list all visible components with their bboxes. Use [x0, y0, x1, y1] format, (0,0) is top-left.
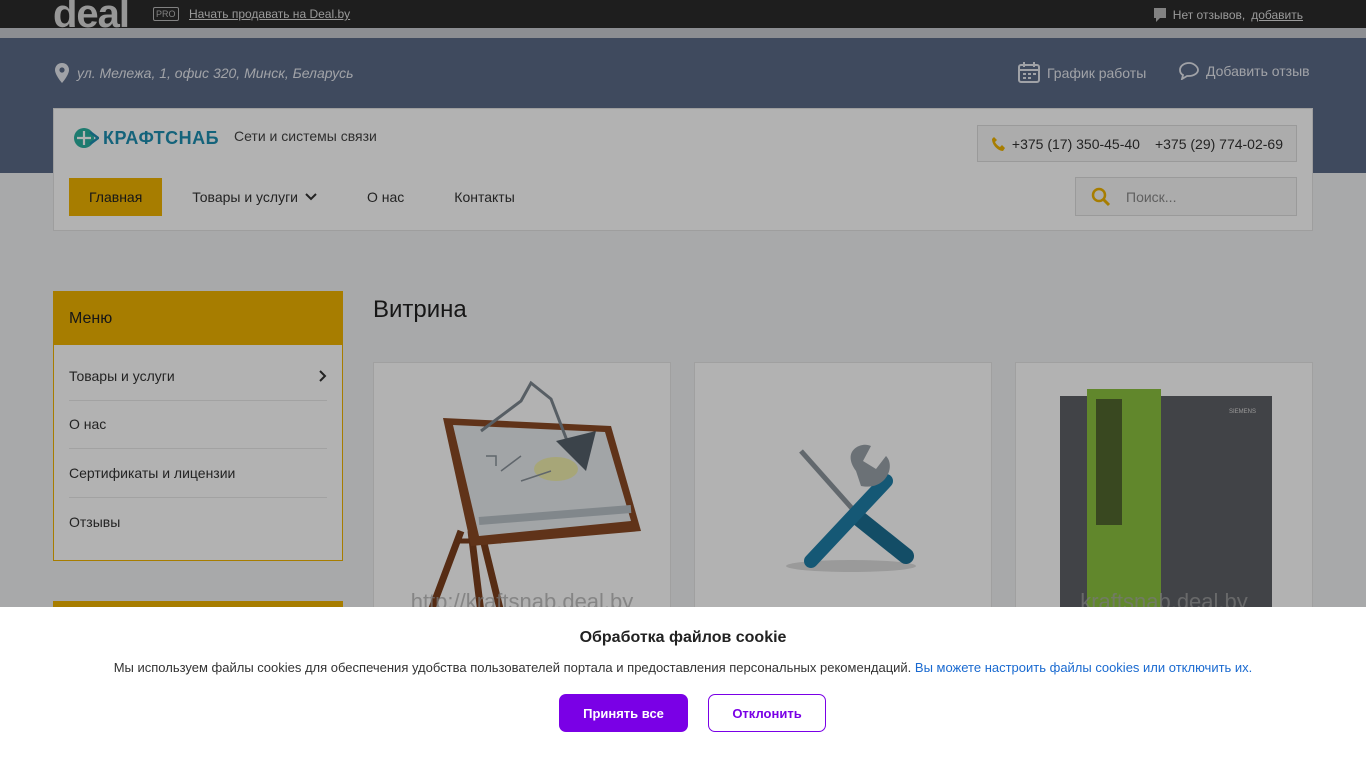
cookie-description: Мы используем файлы cookies для обеспече… [113, 660, 912, 675]
decline-button[interactable]: Отклонить [708, 694, 826, 732]
cookie-banner: Обработка файлов cookie Мы используем фа… [0, 607, 1366, 768]
cookie-title: Обработка файлов cookie [579, 629, 787, 646]
cookie-settings-link[interactable]: Вы можете настроить файлы cookies или от… [915, 660, 1252, 675]
accept-all-button[interactable]: Принять все [559, 694, 688, 732]
cookie-text: Мы используем файлы cookies для обеспече… [0, 660, 1366, 675]
dim-overlay [0, 0, 1366, 607]
